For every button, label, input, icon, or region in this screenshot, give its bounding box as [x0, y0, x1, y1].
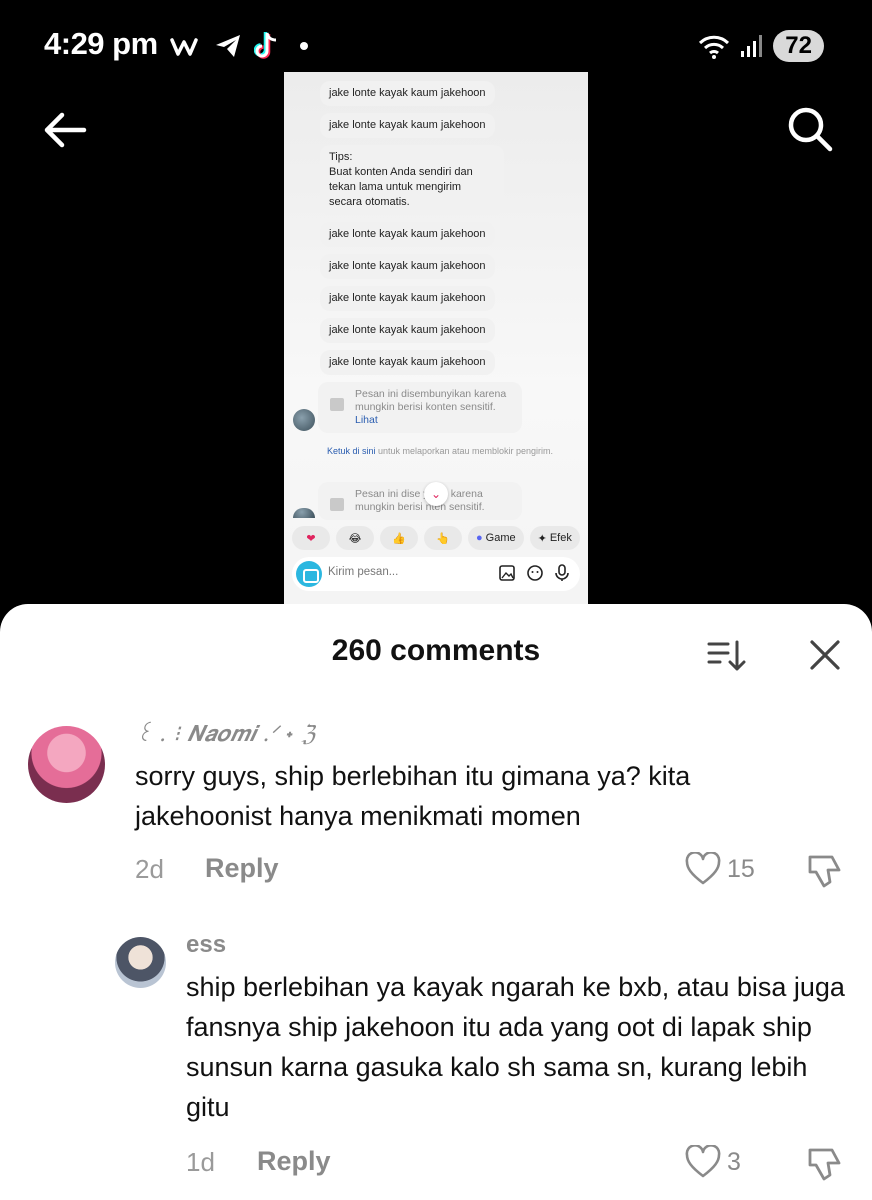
sticker-icon — [527, 565, 543, 581]
avatar[interactable] — [28, 726, 105, 803]
status-app-icons — [170, 26, 308, 66]
game-chip: ● Game — [468, 526, 524, 550]
comment-text: ship berlebihan ya kayak ngarah ke bxb, … — [186, 972, 845, 1122]
comment-text: sorry guys, ship berlebihan itu gimana y… — [135, 761, 691, 831]
chat-message: jake lonte kayak kaum jakehoon — [320, 81, 495, 106]
hidden-content-icon — [330, 498, 344, 511]
hidden-message: Pesan ini disembunyikan karena mungkin b… — [318, 382, 522, 433]
game-chip-label: Game — [485, 532, 516, 544]
comment-username[interactable]: ꒰ . ⁝ 𝑵𝒂𝒐𝒎𝒊 .ᐟ ˖ ℨ — [135, 718, 315, 747]
back-arrow-icon[interactable] — [40, 105, 90, 155]
notification-dot — [300, 42, 308, 50]
status-time: 4:29 pm — [44, 26, 158, 61]
chat-message: jake lonte kayak kaum jakehoon — [320, 286, 495, 311]
like-count: 15 — [727, 854, 755, 883]
hidden-message-text: Pesan ini dise yikan karena mungkin beri… — [355, 488, 485, 513]
report-link: Ketuk di sini — [326, 446, 376, 456]
hidden-message: Pesan ini dise yikan karena mungkin beri… — [318, 482, 522, 520]
hidden-message-text: Pesan ini disembunyikan karena mungkin b… — [355, 388, 507, 413]
battery-indicator: 72 — [773, 30, 824, 62]
like-button[interactable]: 15 — [685, 852, 755, 886]
status-indicators: 72 — [697, 26, 824, 66]
close-icon[interactable] — [806, 636, 844, 674]
chat-tips-message: Tips: Buat konten Anda sendiri dan tekan… — [320, 145, 504, 215]
heart-icon — [685, 1145, 721, 1178]
hidden-message-view-link: Lihat — [355, 414, 378, 426]
sort-icon[interactable] — [706, 638, 746, 674]
like-button[interactable]: 3 — [685, 1145, 741, 1179]
reaction-point-up: 👆 — [424, 526, 462, 550]
heart-icon — [685, 852, 721, 885]
search-icon[interactable] — [784, 103, 836, 155]
quick-reaction-row: ❤ 😂 👍 👆 ● Game ✦ Efek — [292, 526, 592, 552]
effect-chip-label: Efek — [549, 532, 572, 544]
chat-message: jake lonte kayak kaum jakehoon — [320, 222, 495, 247]
report-note-text: untuk melaporkan atau memblokir pengirim… — [375, 446, 554, 456]
comment-age: 1d — [186, 1147, 215, 1177]
comment-username[interactable]: ess — [186, 931, 226, 959]
reply-button[interactable]: Reply — [205, 853, 279, 884]
reply-button[interactable]: Reply — [257, 1146, 331, 1177]
hidden-content-icon — [330, 398, 344, 411]
dislike-icon[interactable] — [806, 852, 844, 890]
comment-age: 2d — [135, 854, 164, 884]
wifi-icon — [699, 35, 730, 59]
camera-icon — [296, 561, 322, 587]
chat-message: jake lonte kayak kaum jakehoon — [320, 113, 495, 138]
reaction-heart: ❤ — [292, 526, 330, 550]
chat-message: jake lonte kayak kaum jakehoon — [320, 350, 495, 375]
reaction-laugh: 😂 — [336, 526, 374, 550]
telegram-icon — [216, 35, 240, 57]
reaction-thumbs-up: 👍 — [380, 526, 418, 550]
report-note: Ketuk di sini untuk melaporkan atau memb… — [320, 445, 560, 458]
message-compose-bar: Kirim pesan... — [292, 557, 580, 591]
comments-sheet: 260 comments ꒰ . ⁝ 𝑵𝒂𝒐𝒎𝒊 .ᐟ ˖ ℨ sorry gu… — [0, 604, 872, 1200]
avatar[interactable] — [115, 937, 166, 988]
w-app-icon — [170, 38, 198, 56]
microphone-icon — [555, 564, 569, 581]
cell-signal-icon — [741, 35, 763, 57]
chat-message: jake lonte kayak kaum jakehoon — [320, 254, 495, 279]
tiktok-icon — [254, 32, 277, 59]
dislike-icon[interactable] — [806, 1145, 844, 1183]
like-count: 3 — [727, 1147, 741, 1176]
scroll-down-icon: ⌄ — [424, 482, 448, 506]
chat-message: jake lonte kayak kaum jakehoon — [320, 318, 495, 343]
compose-placeholder: Kirim pesan... — [328, 566, 399, 578]
sender-avatar — [293, 409, 315, 431]
effect-chip: ✦ Efek — [529, 526, 580, 550]
compose-icons — [498, 564, 570, 582]
image-icon — [499, 565, 515, 581]
